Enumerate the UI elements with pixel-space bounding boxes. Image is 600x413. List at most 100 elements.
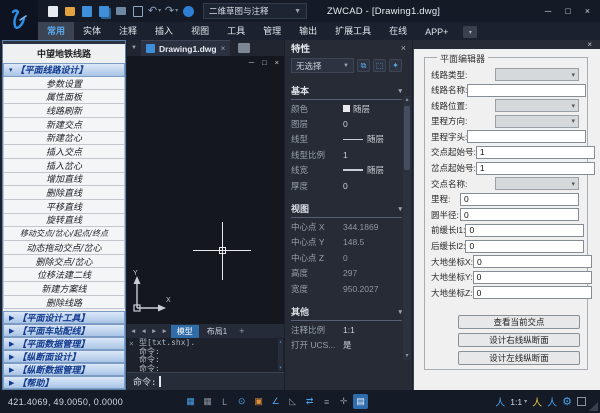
add-toggle-icon[interactable]: ✛ [336,394,351,409]
group-station-track[interactable]: ▶ 【平面车站配线】 [3,324,125,337]
line-position-select[interactable]: ▾ [495,99,579,112]
mileage-prefix-input[interactable] [467,130,586,143]
sidebar-item-translate-line[interactable]: 平移直线 [3,200,125,214]
ribbon-tab-app[interactable]: APP+ [416,25,457,40]
view-current-intersection-button[interactable]: 查看当前交点 [458,315,580,329]
mileage-direction-select[interactable]: ▾ [495,115,579,128]
sidebar-item-offset-second-line[interactable]: 位移法建二线 [3,268,125,282]
close-properties-icon[interactable]: × [401,43,406,53]
last-layout-icon[interactable]: ► [160,328,168,335]
command-history[interactable]: × 型[txt.shx]. 命令: 命令: 命令: ▴ ▾ [127,338,284,372]
turnout-start-no-input[interactable] [476,162,595,175]
rear-transition-input[interactable] [465,240,584,253]
quick-select-icon[interactable]: ✦ [389,59,402,72]
lineweight-toggle-icon[interactable]: ▤ [353,394,368,409]
line-name-input[interactable] [467,84,586,97]
prop-row-annot-scale[interactable]: 注释比例 1:1 [285,322,412,337]
annotation-monitor-icon[interactable]: 人 [547,394,557,409]
ribbon-tab-solid[interactable]: 实体 [74,22,110,40]
prop-row-center-z[interactable]: 中心点 Z 0 [285,250,412,265]
osnap-icon[interactable]: ⊙ [234,394,249,409]
scrollbar-thumb[interactable] [404,106,410,170]
doc-restore-button[interactable]: □ [262,58,267,67]
print-icon[interactable] [114,5,127,18]
design-left-profile-button[interactable]: 设计左线纵断面 [458,351,580,365]
ribbon-tab-online[interactable]: 在线 [380,22,416,40]
prop-row-height[interactable]: 高度 297 [285,266,412,281]
sidebar-item-new-intersection[interactable]: 新建交点 [3,118,125,132]
prop-row-center-x[interactable]: 中心点 X 344.1869 [285,219,412,234]
line-type-select[interactable]: ▾ [495,68,579,81]
save-as-icon[interactable] [97,5,110,18]
prop-row-ltscale[interactable]: 线型比例 1 [285,147,412,162]
prop-row-color[interactable]: 颜色 随层 [285,101,412,116]
sidebar-item-param-settings[interactable]: 参数设置 [3,77,125,91]
sidebar-item-new-turnout-center[interactable]: 新建岔心 [3,132,125,146]
ribbon-tab-view[interactable]: 视图 [182,22,218,40]
close-tab-icon[interactable]: × [221,44,226,53]
selection-dropdown[interactable]: 无选择 ▼ [291,58,354,73]
doc-list-dropdown-icon[interactable]: ▼ [127,45,141,51]
add-layout-icon[interactable]: + [235,326,248,336]
sidebar-item-new-scheme-line[interactable]: 新建方案线 [3,282,125,296]
mileage-input[interactable] [460,193,579,206]
ribbon-tab-tools[interactable]: 工具 [218,22,254,40]
sidebar-item-line-refresh[interactable]: 线路刷新 [3,104,125,118]
polar-tracking-icon[interactable]: ▣ [251,394,266,409]
doc-minimize-button[interactable]: ─ [249,58,254,67]
prop-row-width[interactable]: 宽度 950.2027 [285,281,412,296]
intersection-name-select[interactable]: ▾ [495,177,579,190]
prop-row-center-y[interactable]: 中心点 Y 148.5 [285,235,412,250]
section-general[interactable]: 基本 ▾ [291,84,402,100]
command-scrollbar[interactable]: ▴ ▾ [278,339,283,371]
prop-row-layer[interactable]: 图层 0 [285,116,412,131]
ribbon-tab-express[interactable]: 扩展工具 [326,22,380,40]
sidebar-item-property-panel[interactable]: 属性面板 [3,90,125,104]
snap-grid-icon[interactable]: ▦ [183,394,198,409]
ribbon-collapse-icon[interactable]: ▾ [463,26,477,38]
sidebar-item-insert-turnout-center[interactable]: 插入岔心 [3,159,125,173]
sidebar-item-move-points[interactable]: 移动交点/岔心/起点/终点 [3,227,125,241]
ribbon-tab-annotate[interactable]: 注释 [110,22,146,40]
resize-grip[interactable] [589,402,598,411]
close-panel-icon[interactable]: × [587,40,592,49]
select-objects-icon[interactable]: ⬚ [373,59,386,72]
circle-radius-input[interactable] [460,208,579,221]
sidebar-item-dynamic-drag[interactable]: 动态拖动交点/岔心 [3,241,125,255]
new-document-icon[interactable] [238,43,250,53]
next-layout-icon[interactable]: ► [150,328,158,335]
group-profile-data[interactable]: ▶ 【纵断数据管理】 [3,363,125,376]
annotation-scale-dropdown[interactable]: 1:1 ▾ [510,397,527,407]
first-layout-icon[interactable]: ◄ [129,328,137,335]
view-cube-icon[interactable] [131,5,144,18]
intersection-start-no-input[interactable] [476,146,595,159]
auto-annotation-icon[interactable]: 人 [532,394,542,409]
sidebar-item-rotate-line[interactable]: 旋转直线 [3,214,125,228]
ortho-icon[interactable]: L [217,394,232,409]
maximize-button[interactable]: □ [565,6,570,16]
dynamic-input-icon[interactable]: ⇄ [302,394,317,409]
drawing-canvas[interactable]: ─ □ × Y X [127,56,284,324]
menu-lines-icon[interactable]: ≡ [319,394,334,409]
undo-icon[interactable]: ↶▾ [148,5,161,18]
group-plane-line-design[interactable]: ▾ 【平面线路设计】 [3,63,125,77]
section-misc[interactable]: 其他 ▾ [291,305,402,321]
layout-tab-model[interactable]: 模型 [171,325,199,338]
close-command-icon[interactable]: × [129,340,134,349]
front-transition-input[interactable] [465,224,584,237]
sidebar-item-delete-route[interactable]: 删除线路 [3,296,125,310]
dynamic-ucs-icon[interactable]: ◺ [285,394,300,409]
new-file-icon[interactable] [46,5,59,18]
geodetic-y-input[interactable] [473,271,592,284]
sidebar-item-insert-intersection[interactable]: 插入交点 [3,145,125,159]
redo-icon[interactable]: ↷▾ [165,5,178,18]
group-plane-design-tools[interactable]: ▶ 【平面设计工具】 [3,311,125,324]
ribbon-tab-manage[interactable]: 管理 [254,22,290,40]
section-view[interactable]: 视图 ▾ [291,202,402,218]
settings-gear-icon[interactable]: ⚙ [562,395,572,408]
close-button[interactable]: × [585,6,590,16]
workspace-dropdown[interactable]: 二维草图与注释 ▼ [203,3,307,19]
annotation-visibility-icon[interactable]: 人 [495,394,505,409]
prev-layout-icon[interactable]: ◄ [139,328,147,335]
fullscreen-icon[interactable] [577,397,586,406]
